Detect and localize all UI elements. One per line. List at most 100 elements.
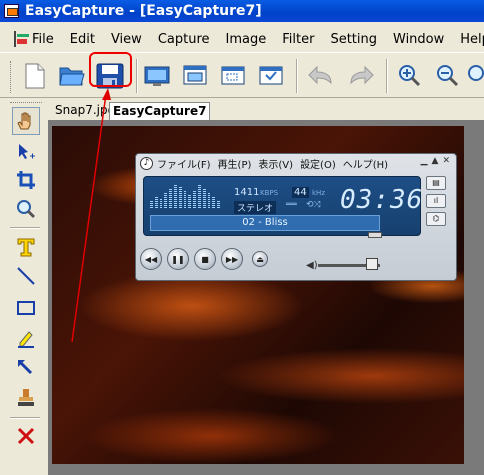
eject-button[interactable]: ⏏ <box>252 251 268 267</box>
document-icon[interactable] <box>14 31 29 47</box>
magnifier-icon <box>17 200 36 219</box>
stamp-icon <box>18 389 34 406</box>
music-note-icon: ♪ <box>140 156 153 170</box>
menu-capture[interactable]: Capture <box>150 32 218 47</box>
menu-window[interactable]: Window <box>385 32 452 47</box>
new-document-button[interactable] <box>20 61 50 91</box>
toolbar-separator <box>10 417 40 419</box>
new-document-icon <box>25 63 45 89</box>
easycapture-window: EasyCapture - [EasyCapture7] File Edit V… <box>0 0 484 475</box>
player-menu-help[interactable]: ヘルプ(H) <box>343 156 388 171</box>
toolbar-grip[interactable] <box>10 102 42 105</box>
capture-window-icon <box>183 65 207 85</box>
undo-icon <box>308 65 332 85</box>
volume-knob[interactable] <box>366 258 378 270</box>
highlighter-icon <box>18 331 34 348</box>
magnifier-tool-button[interactable] <box>12 195 40 223</box>
equalizer-panel-icon[interactable]: ıl <box>426 194 446 208</box>
hand-icon <box>17 112 31 130</box>
menu-file[interactable]: File <box>24 32 62 47</box>
undo-button[interactable] <box>306 61 336 91</box>
media-player-window: ♪ ファイル(F) 再生(P) 表示(V) 設定(O) ヘルプ(H) ▁ ▲ ✕… <box>135 153 457 281</box>
arrow-tool-button[interactable] <box>12 354 40 382</box>
player-menu-file[interactable]: ファイル(F) <box>157 156 211 171</box>
repeat-icon[interactable]: ⟲⤨ <box>306 200 321 210</box>
channel-mode: ステレオ <box>234 201 277 214</box>
volume-icon: ◀) <box>306 260 318 271</box>
player-menu-view[interactable]: 表示(V) <box>258 156 293 171</box>
line-tool-icon <box>17 267 35 285</box>
open-button[interactable] <box>57 61 87 91</box>
menu-view[interactable]: View <box>103 32 150 47</box>
move-tool-button[interactable] <box>12 138 40 166</box>
playlist-icon[interactable]: ▤ <box>426 176 446 190</box>
menu-image[interactable]: Image <box>218 32 275 47</box>
minimize-icon[interactable]: ▁ <box>421 156 428 166</box>
text-tool-button[interactable] <box>12 233 40 261</box>
player-menu-play[interactable]: 再生(P) <box>218 156 252 171</box>
pause-button[interactable]: ❚❚ <box>167 248 189 270</box>
menu-bar: File Edit View Capture Image Filter Sett… <box>0 28 484 50</box>
minibrowser-icon[interactable]: ⌬ <box>426 212 446 226</box>
zoom-in-icon <box>399 65 421 87</box>
stop-button[interactable]: ■ <box>194 248 216 270</box>
previous-track-button[interactable]: ◀◀ <box>140 248 162 270</box>
capture-window-button[interactable] <box>180 61 210 91</box>
stop-icon: ■ <box>201 254 209 264</box>
player-title-bar: ♪ ファイル(F) 再生(P) 表示(V) 設定(O) ヘルプ(H) ▁ ▲ ✕ <box>136 154 456 172</box>
previous-icon: ◀◀ <box>144 254 158 264</box>
toolbar-separator <box>386 59 388 93</box>
app-icon <box>4 4 19 18</box>
toolbar-separator <box>10 227 40 229</box>
zoom-out-button[interactable] <box>433 61 463 91</box>
highlighter-tool-button[interactable] <box>12 324 40 352</box>
capture-region-button[interactable] <box>218 61 248 91</box>
toolbar-grip[interactable] <box>10 61 13 93</box>
menu-edit[interactable]: Edit <box>62 32 103 47</box>
hand-tool-button[interactable] <box>12 107 40 135</box>
player-window-controls: ▁ ▲ ✕ <box>421 156 450 166</box>
spectrum-analyzer <box>150 183 220 209</box>
redo-button[interactable] <box>346 61 376 91</box>
samplerate-unit: kHz <box>312 189 325 197</box>
zoom-in-button[interactable] <box>395 61 425 91</box>
title-bar[interactable]: EasyCapture - [EasyCapture7] <box>0 0 484 22</box>
toolbar-overflow-button[interactable] <box>466 61 484 91</box>
menu-help[interactable]: Help <box>452 32 484 47</box>
seek-slider[interactable] <box>368 232 382 238</box>
window-title: EasyCapture - [EasyCapture7] <box>25 3 262 19</box>
capture-web-button[interactable] <box>256 61 286 91</box>
player-menu-settings[interactable]: 設定(O) <box>300 156 336 171</box>
menu-filter[interactable]: Filter <box>274 32 322 47</box>
rectangle-tool-icon <box>17 301 35 315</box>
save-highlight-annotation <box>89 52 132 87</box>
delete-tool-button[interactable] <box>12 422 40 450</box>
menu-setting[interactable]: Setting <box>322 32 385 47</box>
equalizer-icon: ══ <box>286 200 297 210</box>
shade-icon[interactable]: ▲ <box>432 156 439 166</box>
toolbar-separator <box>296 59 298 93</box>
rectangle-tool-button[interactable] <box>12 294 40 322</box>
samplerate-value: 44 <box>292 187 309 198</box>
capture-region-icon <box>221 66 245 85</box>
transport-controls: ◀◀ ❚❚ ■ ▶▶ ⏏ <box>140 248 268 270</box>
track-title: 02 - Bliss <box>150 215 380 231</box>
next-track-button[interactable]: ▶▶ <box>221 248 243 270</box>
close-icon[interactable]: ✕ <box>442 156 450 166</box>
toolbar-separator <box>136 59 138 93</box>
line-tool-button[interactable] <box>12 262 40 290</box>
stamp-tool-button[interactable] <box>12 384 40 412</box>
document-tabs: Snap7.jpg EasyCapture7 <box>48 100 484 120</box>
zoom-out-icon <box>437 65 459 87</box>
main-toolbar <box>0 52 484 98</box>
open-folder-icon <box>59 67 85 86</box>
delete-icon <box>17 427 35 445</box>
zoom-icon <box>468 65 484 81</box>
capture-web-icon <box>259 66 283 85</box>
capture-screen-button[interactable] <box>142 61 172 91</box>
crop-tool-button[interactable] <box>12 166 40 194</box>
eject-icon: ⏏ <box>256 254 264 264</box>
bitrate-unit: KBPS <box>260 189 279 197</box>
tab-easycapture7[interactable]: EasyCapture7 <box>109 102 211 120</box>
player-display: 1411 KBPS 44 kHz ステレオ ══ ⟲⤨ 03:36 02 - B… <box>143 176 422 238</box>
